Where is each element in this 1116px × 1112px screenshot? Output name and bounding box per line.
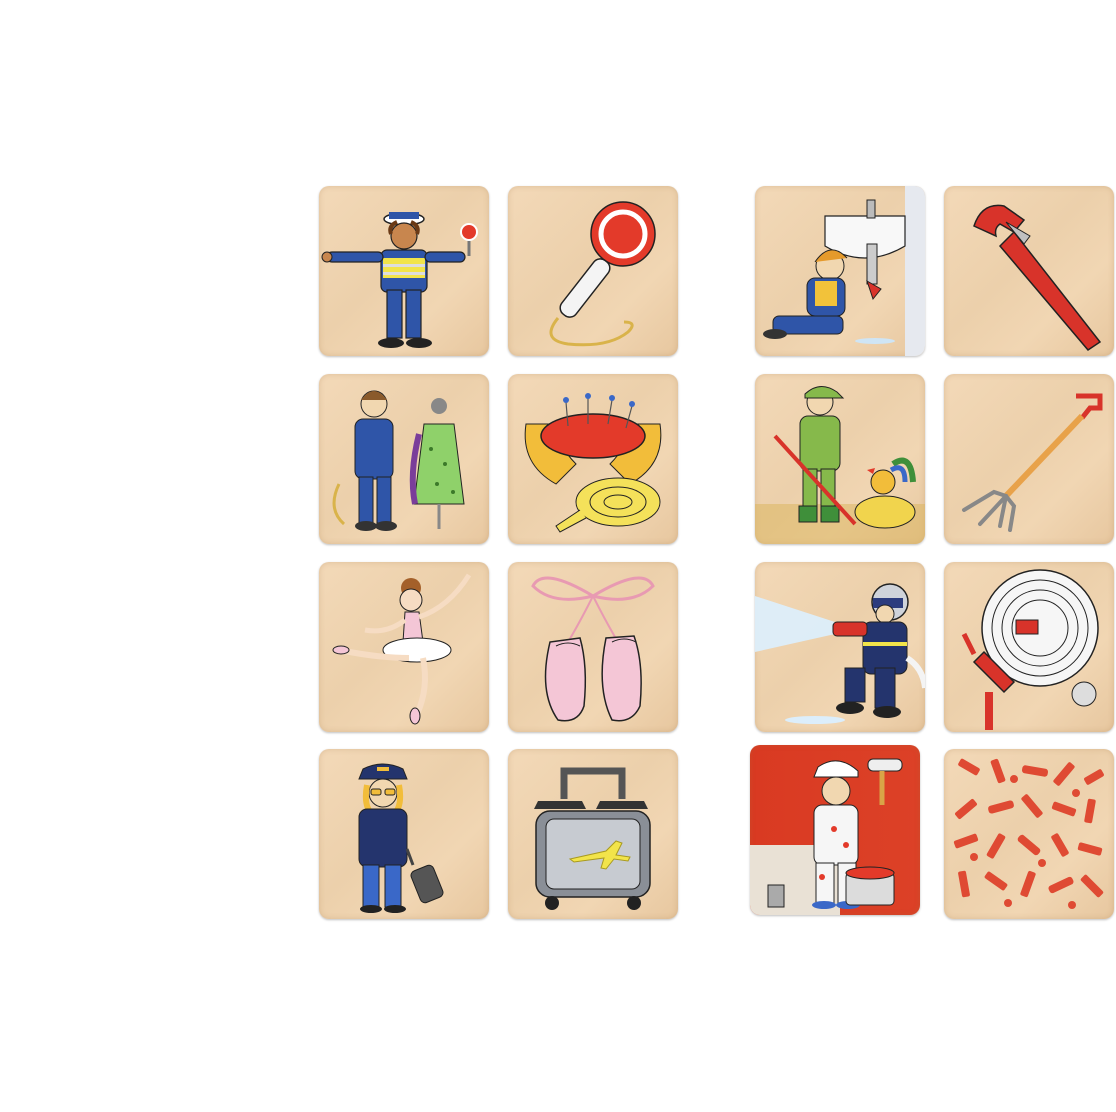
tile-fire-hose[interactable] (944, 562, 1114, 732)
tile-back-pattern[interactable] (944, 749, 1114, 919)
tile-plumber[interactable] (755, 186, 925, 356)
tile-pincushion[interactable] (508, 374, 678, 544)
tile-pilot[interactable] (319, 749, 489, 919)
ballet-shoes-icon (531, 576, 655, 722)
stop-paddle-icon (549, 201, 656, 347)
tile-traffic-police[interactable] (319, 186, 489, 356)
pincushion-tape-measure-icon (524, 393, 662, 533)
travel-suitcase-icon (534, 767, 651, 910)
tile-ballerina[interactable] (319, 562, 489, 732)
plumber-icon (763, 186, 925, 356)
tile-suitcase[interactable] (508, 749, 678, 919)
tile-stop-paddle[interactable] (508, 186, 678, 356)
firefighter-icon (755, 583, 925, 724)
tile-painter[interactable] (750, 745, 920, 915)
painter-icon (750, 758, 903, 915)
pilot-icon (358, 763, 444, 913)
pitchfork-icon (962, 393, 1103, 532)
pipe-wrench-icon (973, 204, 1102, 351)
tile-tailor[interactable] (319, 374, 489, 544)
tailor-icon (332, 390, 465, 531)
tile-pipe-wrench[interactable] (944, 186, 1114, 356)
tile-back-pattern-icon (953, 758, 1104, 909)
tile-firefighter[interactable] (755, 562, 925, 732)
ballerina-icon (332, 573, 472, 725)
fire-hose-icon (961, 569, 1099, 730)
farmer-icon (755, 386, 925, 544)
tile-ballet-shoes[interactable] (508, 562, 678, 732)
tile-pitchfork[interactable] (944, 374, 1114, 544)
traffic-police-officer-icon (321, 212, 478, 348)
tile-farmer[interactable] (755, 374, 925, 544)
